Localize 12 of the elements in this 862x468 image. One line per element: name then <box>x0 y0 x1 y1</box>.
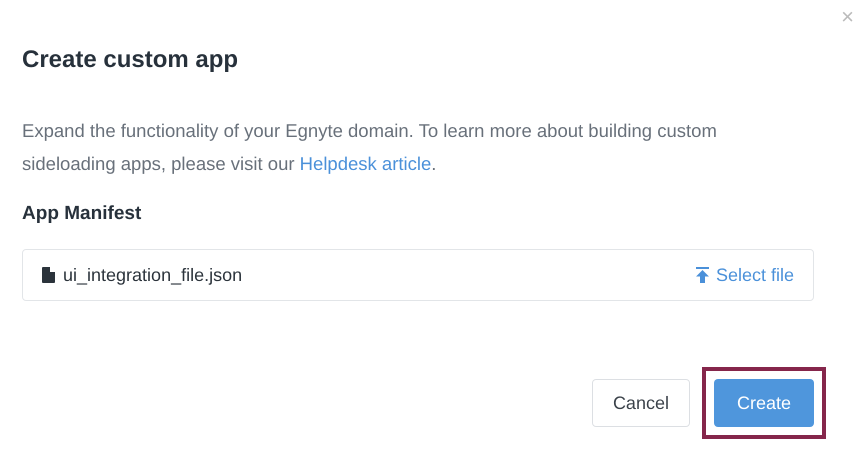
upload-icon <box>696 267 709 283</box>
file-name: ui_integration_file.json <box>63 264 242 286</box>
cancel-button[interactable]: Cancel <box>592 379 690 427</box>
create-button[interactable]: Create <box>714 379 814 427</box>
section-label: App Manifest <box>22 203 142 225</box>
close-button[interactable]: × <box>841 6 854 28</box>
description-text: Expand the functionality of your Egnyte domain. To learn more about building custom sideloading apps, please visit our Helpdesk article. <box>22 119 718 176</box>
helpdesk-link[interactable]: Helpdesk article <box>300 153 432 174</box>
file-icon <box>42 267 55 283</box>
dialog-title: Create custom app <box>22 45 240 74</box>
select-file-button[interactable]: Select file <box>696 264 794 286</box>
file-field[interactable]: ui_integration_file.json Select file <box>22 249 814 301</box>
